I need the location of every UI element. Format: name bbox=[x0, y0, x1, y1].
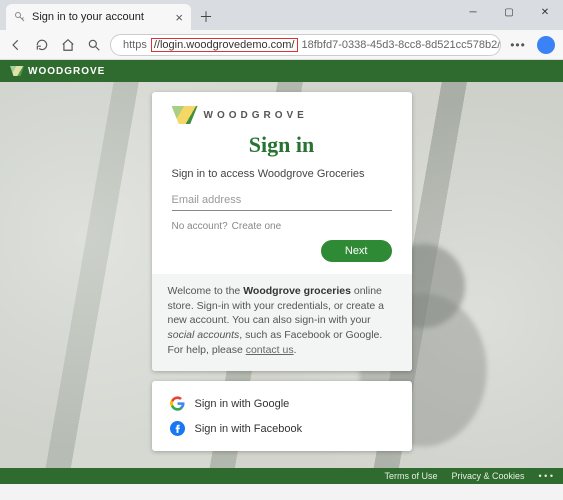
key-icon bbox=[14, 11, 26, 23]
info-bold: Woodgrove groceries bbox=[243, 285, 351, 297]
new-tab-button[interactable]: ＋ bbox=[195, 6, 217, 28]
create-account-helper: No account? Create one bbox=[172, 221, 392, 232]
facebook-icon bbox=[170, 421, 185, 436]
footer-terms-link[interactable]: Terms of Use bbox=[384, 471, 437, 481]
refresh-icon bbox=[35, 38, 49, 52]
more-button[interactable]: ••• bbox=[507, 34, 529, 56]
window-titlebar: Sign in to your account × ＋ ─ ▢ ✕ bbox=[0, 0, 563, 30]
browser-toolbar: https //login.woodgrovedemo.com/ 18fbfd7… bbox=[0, 30, 563, 60]
site-header: WOODGROVE bbox=[0, 60, 563, 82]
signin-subtitle: Sign in to access Woodgrove Groceries bbox=[172, 168, 392, 180]
next-button[interactable]: Next bbox=[321, 240, 392, 262]
google-label: Sign in with Google bbox=[195, 398, 290, 410]
site-footer: Terms of Use Privacy & Cookies • • • bbox=[0, 468, 563, 484]
url-path: 18fbfd7-0338-45d3-8cc8-8d521cc578b2/oaut… bbox=[302, 39, 502, 51]
url-scheme: https bbox=[123, 39, 147, 51]
signin-google-button[interactable]: Sign in with Google bbox=[168, 391, 396, 416]
signin-card: WOODGROVE Sign in Sign in to access Wood… bbox=[152, 92, 412, 371]
hero-section: WOODGROVE Sign in Sign in to access Wood… bbox=[0, 82, 563, 468]
social-signin-card: Sign in with Google Sign in with Faceboo… bbox=[152, 381, 412, 451]
window-maximize-button[interactable]: ▢ bbox=[491, 0, 527, 24]
signin-title: Sign in bbox=[172, 132, 392, 158]
page-content: WOODGROVE WOODGROVE Sign in Sign in to a… bbox=[0, 60, 563, 484]
tab-title: Sign in to your account bbox=[32, 11, 144, 23]
url-host-highlight: //login.woodgrovedemo.com/ bbox=[151, 38, 298, 52]
contact-us-link[interactable]: contact us bbox=[246, 344, 294, 356]
card-brand: WOODGROVE bbox=[172, 106, 392, 124]
back-button[interactable] bbox=[6, 35, 26, 55]
arrow-left-icon bbox=[9, 38, 23, 52]
profile-avatar-icon bbox=[537, 36, 555, 54]
info-text: . bbox=[294, 344, 297, 356]
search-icon bbox=[87, 38, 101, 52]
facebook-label: Sign in with Facebook bbox=[195, 423, 303, 435]
footer-more-button[interactable]: • • • bbox=[539, 471, 553, 481]
card-brand-text: WOODGROVE bbox=[204, 110, 308, 121]
profile-button[interactable] bbox=[535, 34, 557, 56]
no-account-text: No account? bbox=[172, 221, 228, 232]
browser-tab[interactable]: Sign in to your account × bbox=[6, 4, 191, 30]
footer-privacy-link[interactable]: Privacy & Cookies bbox=[452, 471, 525, 481]
woodgrove-logo-icon bbox=[10, 66, 24, 76]
window-close-button[interactable]: ✕ bbox=[527, 0, 563, 24]
home-icon bbox=[61, 38, 75, 52]
tab-close-icon[interactable]: × bbox=[175, 10, 183, 25]
woodgrove-logo-icon bbox=[172, 106, 198, 124]
google-icon bbox=[170, 396, 185, 411]
site-brand-text: WOODGROVE bbox=[28, 66, 105, 77]
info-panel: Welcome to the Woodgrove groceries onlin… bbox=[152, 274, 412, 371]
signin-facebook-button[interactable]: Sign in with Facebook bbox=[168, 416, 396, 441]
create-one-link[interactable]: Create one bbox=[232, 221, 281, 232]
search-button[interactable] bbox=[84, 35, 104, 55]
info-italic: social accounts bbox=[168, 329, 240, 341]
info-text: Welcome to the bbox=[168, 285, 244, 297]
window-minimize-button[interactable]: ─ bbox=[455, 0, 491, 24]
home-button[interactable] bbox=[58, 35, 78, 55]
refresh-button[interactable] bbox=[32, 35, 52, 55]
address-bar[interactable]: https //login.woodgrovedemo.com/ 18fbfd7… bbox=[110, 34, 501, 56]
email-field[interactable] bbox=[172, 190, 392, 211]
ellipsis-icon: ••• bbox=[510, 38, 526, 52]
